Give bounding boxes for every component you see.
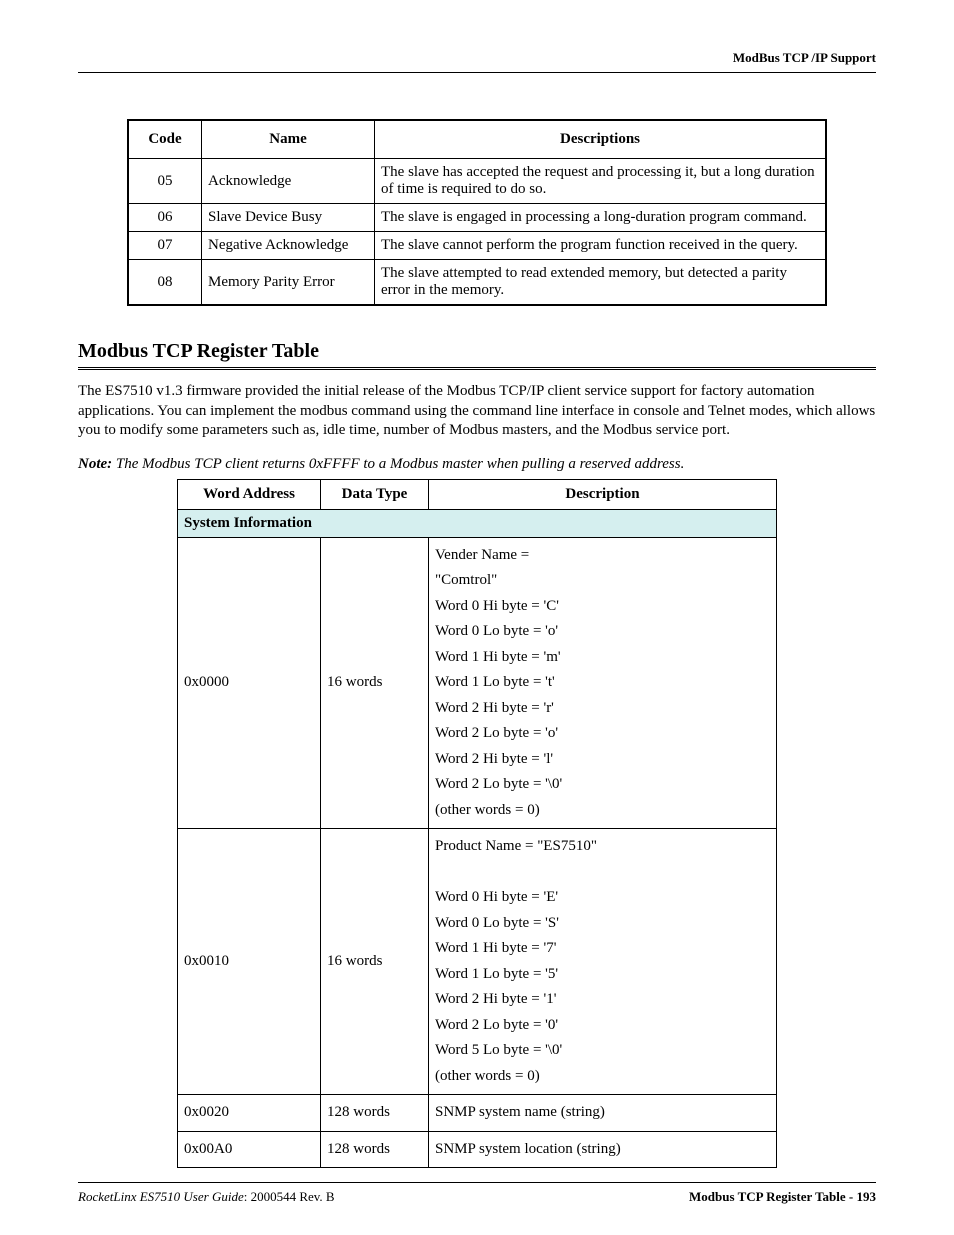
error-code-table: Code Name Descriptions 05 Acknowledge Th… [127,119,827,306]
name-cell: Slave Device Busy [202,204,375,232]
running-header: ModBus TCP /IP Support [78,50,876,66]
name-cell: Acknowledge [202,159,375,204]
section-title: Modbus TCP Register Table [78,340,876,363]
desc-cell: The slave is engaged in processing a lon… [375,204,827,232]
register-table: Word Address Data Type Description Syste… [177,479,777,1169]
type-cell: 16 words [321,829,429,1095]
desc-lines: Product Name = "ES7510" Word 0 Hi byte =… [435,834,770,1089]
desc-cell: The slave attempted to read extended mem… [375,260,827,306]
table-row: 08 Memory Parity Error The slave attempt… [128,260,826,306]
note-text: The Modbus TCP client returns 0xFFFF to … [112,456,684,472]
desc-cell: The slave has accepted the request and p… [375,159,827,204]
col-addr: Word Address [178,479,321,509]
table-row: 07 Negative Acknowledge The slave cannot… [128,232,826,260]
desc-cell: Product Name = "ES7510" Word 0 Hi byte =… [429,829,777,1095]
col-name: Name [202,120,375,159]
col-code: Code [128,120,202,159]
section-rule [78,367,876,370]
type-cell: 16 words [321,537,429,829]
code-cell: 08 [128,260,202,306]
desc-cell: SNMP system name (string) [429,1095,777,1132]
section-label: System Information [178,509,777,537]
desc-cell: The slave cannot perform the program fun… [375,232,827,260]
table-row: 0x0000 16 words Vender Name ="Comtrol"Wo… [178,537,777,829]
note-line: Note: The Modbus TCP client returns 0xFF… [78,456,876,473]
note-label: Note: [78,456,112,472]
table-row: 05 Acknowledge The slave has accepted th… [128,159,826,204]
code-cell: 06 [128,204,202,232]
page-footer: RocketLinx ES7510 User Guide: 2000544 Re… [78,1182,876,1205]
footer-rev: : 2000544 Rev. B [244,1189,335,1204]
table-row: 0x0020 128 words SNMP system name (strin… [178,1095,777,1132]
code-cell: 05 [128,159,202,204]
addr-cell: 0x0010 [178,829,321,1095]
desc-cell: Vender Name ="Comtrol"Word 0 Hi byte = '… [429,537,777,829]
desc-lines: SNMP system name (string) [435,1100,770,1126]
addr-cell: 0x0000 [178,537,321,829]
footer-left: RocketLinx ES7510 User Guide: 2000544 Re… [78,1189,335,1205]
type-cell: 128 words [321,1095,429,1132]
addr-cell: 0x0020 [178,1095,321,1132]
name-cell: Negative Acknowledge [202,232,375,260]
table-row: 06 Slave Device Busy The slave is engage… [128,204,826,232]
desc-lines: SNMP system location (string) [435,1137,770,1163]
table-row: 0x00A0 128 words SNMP system location (s… [178,1131,777,1168]
col-type: Data Type [321,479,429,509]
intro-paragraph: The ES7510 v1.3 firmware provided the in… [78,382,876,441]
name-cell: Memory Parity Error [202,260,375,306]
table-row: 0x0010 16 words Product Name = "ES7510" … [178,829,777,1095]
col-desc: Descriptions [375,120,827,159]
code-cell: 07 [128,232,202,260]
col-desc: Description [429,479,777,509]
section-row: System Information [178,509,777,537]
desc-cell: SNMP system location (string) [429,1131,777,1168]
footer-right: Modbus TCP Register Table - 193 [689,1189,876,1205]
header-rule [78,72,876,73]
addr-cell: 0x00A0 [178,1131,321,1168]
footer-product: RocketLinx ES7510 User Guide [78,1189,244,1204]
type-cell: 128 words [321,1131,429,1168]
desc-lines: Vender Name ="Comtrol"Word 0 Hi byte = '… [435,543,770,824]
